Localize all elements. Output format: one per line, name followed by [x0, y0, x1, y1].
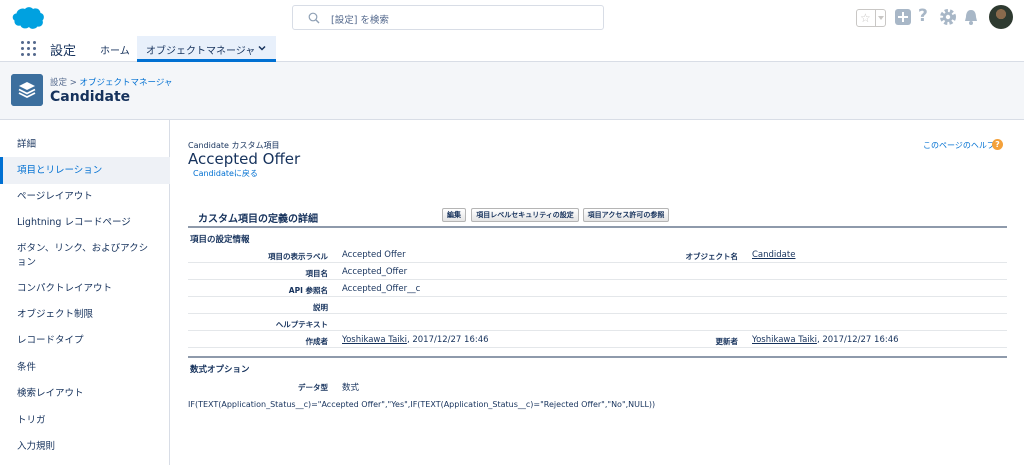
- edit-button[interactable]: 編集: [442, 208, 466, 222]
- detail-row: ヘルプテキスト: [188, 315, 1007, 331]
- object-name-link[interactable]: Candidate: [752, 250, 795, 260]
- main-content: Candidate カスタム項目 Accepted Offer Candidat…: [171, 120, 1024, 465]
- sidebar-item-fields-relationships[interactable]: 項目とリレーション: [0, 157, 170, 184]
- description-label: 説明: [313, 303, 328, 312]
- modified-by-user-link[interactable]: Yoshikawa Taiki: [752, 335, 817, 345]
- search-input[interactable]: [設定] を検索: [292, 5, 604, 30]
- api-name-label: API 参照名: [288, 286, 328, 295]
- breadcrumb-root: 設定: [50, 78, 68, 88]
- sidebar-item-details[interactable]: 詳細: [0, 138, 170, 152]
- object-header: 設定 > オブジェクトマネージャ Candidate: [0, 62, 1024, 120]
- modified-date: , 2017/12/27 16:46: [816, 335, 899, 345]
- help-for-page-link[interactable]: このページのヘルプ: [923, 140, 995, 151]
- avatar[interactable]: [989, 5, 1013, 29]
- detail-row: API 参照名 Accepted_Offer__c: [188, 281, 1007, 297]
- data-type-label: データ型: [298, 383, 328, 392]
- detail-row: データ型 数式: [188, 378, 1007, 394]
- search-icon: [308, 12, 320, 24]
- created-date: , 2017/12/27 16:46: [406, 335, 489, 345]
- search-placeholder: [設定] を検索: [331, 15, 389, 26]
- layers-icon: [11, 74, 43, 106]
- gear-icon[interactable]: [938, 7, 958, 27]
- field-name-value: Accepted_Offer: [342, 267, 408, 277]
- tab-object-manager[interactable]: オブジェクトマネージャ: [137, 36, 276, 62]
- favorites-button[interactable]: ☆: [856, 9, 886, 27]
- formula-options-header: 数式オプション: [190, 365, 250, 375]
- section-divider: [188, 226, 1007, 228]
- created-by-value: Yoshikawa Taiki, 2017/12/27 16:46: [342, 335, 489, 345]
- detail-row: 項目の表示ラベル Accepted Offer オブジェクト名 Candidat…: [188, 247, 1007, 263]
- sidebar-item-validation-rules[interactable]: 入力規則: [0, 440, 170, 454]
- app-nav-bar: 設定 ホーム オブジェクトマネージャ: [0, 36, 1024, 62]
- field-title: Accepted Offer: [188, 150, 301, 168]
- field-info-header: 項目の設定情報: [190, 235, 250, 245]
- sidebar-item-record-types[interactable]: レコードタイプ: [0, 334, 170, 348]
- api-name-value: Accepted_Offer__c: [342, 284, 421, 294]
- created-by-label: 作成者: [305, 337, 329, 346]
- field-label-value: Accepted Offer: [342, 250, 406, 260]
- data-type-value: 数式: [342, 383, 360, 393]
- detail-row: 説明: [188, 298, 1007, 314]
- sidebar-item-conditions[interactable]: 条件: [0, 361, 170, 375]
- sidebar-item-triggers[interactable]: トリガ: [0, 414, 170, 428]
- field-security-button[interactable]: 項目レベルセキュリティの設定: [471, 208, 579, 222]
- field-label-label: 項目の表示ラベル: [268, 252, 328, 261]
- field-access-button[interactable]: 項目アクセス許可の参照: [583, 208, 669, 222]
- tab-label: オブジェクトマネージャ: [146, 46, 256, 57]
- breadcrumb-separator: >: [67, 78, 80, 88]
- bell-icon[interactable]: [962, 7, 980, 27]
- back-to-object-link[interactable]: Candidateに戻る: [193, 168, 258, 179]
- formula-text: IF(TEXT(Application_Status__c)="Accepted…: [188, 400, 656, 409]
- created-by-user-link[interactable]: Yoshikawa Taiki: [342, 335, 407, 345]
- section-title: カスタム項目の定義の詳細: [198, 214, 318, 225]
- app-name: 設定: [50, 44, 77, 59]
- sidebar-item-lightning-record-pages[interactable]: Lightning レコードページ: [0, 216, 170, 230]
- breadcrumb-object-manager-link[interactable]: オブジェクトマネージャ: [80, 78, 173, 88]
- page-title: Candidate: [50, 89, 131, 105]
- global-header: [設定] を検索 ☆ ?: [0, 0, 1024, 36]
- modified-by-label: 更新者: [715, 337, 739, 346]
- chevron-down-icon[interactable]: [258, 44, 266, 52]
- modified-by-value: Yoshikawa Taiki, 2017/12/27 16:46: [752, 335, 899, 345]
- help-icon[interactable]: ?: [992, 139, 1003, 150]
- sidebar: 詳細 項目とリレーション ページレイアウト Lightning レコードページ …: [0, 120, 170, 465]
- app-launcher-icon[interactable]: [21, 41, 37, 57]
- breadcrumb: 設定 > オブジェクトマネージャ: [50, 76, 172, 88]
- detail-row: 作成者 Yoshikawa Taiki, 2017/12/27 16:46 更新…: [188, 332, 1007, 348]
- field-name-label: 項目名: [305, 269, 329, 278]
- plus-icon[interactable]: [895, 9, 911, 25]
- sidebar-item-search-layouts[interactable]: 検索レイアウト: [0, 387, 170, 401]
- help-text-label: ヘルプテキスト: [275, 320, 328, 329]
- sidebar-item-object-limits[interactable]: オブジェクト制限: [0, 308, 170, 322]
- detail-row: 項目名 Accepted_Offer: [188, 264, 1007, 280]
- sidebar-item-buttons-links-actions[interactable]: ボタン、リンク、およびアクション: [0, 242, 170, 270]
- help-icon[interactable]: ?: [918, 6, 928, 28]
- object-name-value[interactable]: Candidate: [752, 250, 795, 260]
- chevron-down-icon[interactable]: [875, 10, 885, 26]
- tab-home[interactable]: ホーム: [100, 42, 130, 57]
- object-name-label: オブジェクト名: [685, 252, 739, 261]
- star-icon: ☆: [860, 11, 871, 25]
- sidebar-item-compact-layouts[interactable]: コンパクトレイアウト: [0, 282, 170, 296]
- section-divider: [188, 356, 1007, 358]
- sidebar-item-page-layouts[interactable]: ページレイアウト: [0, 190, 170, 204]
- salesforce-cloud-logo[interactable]: [11, 6, 45, 30]
